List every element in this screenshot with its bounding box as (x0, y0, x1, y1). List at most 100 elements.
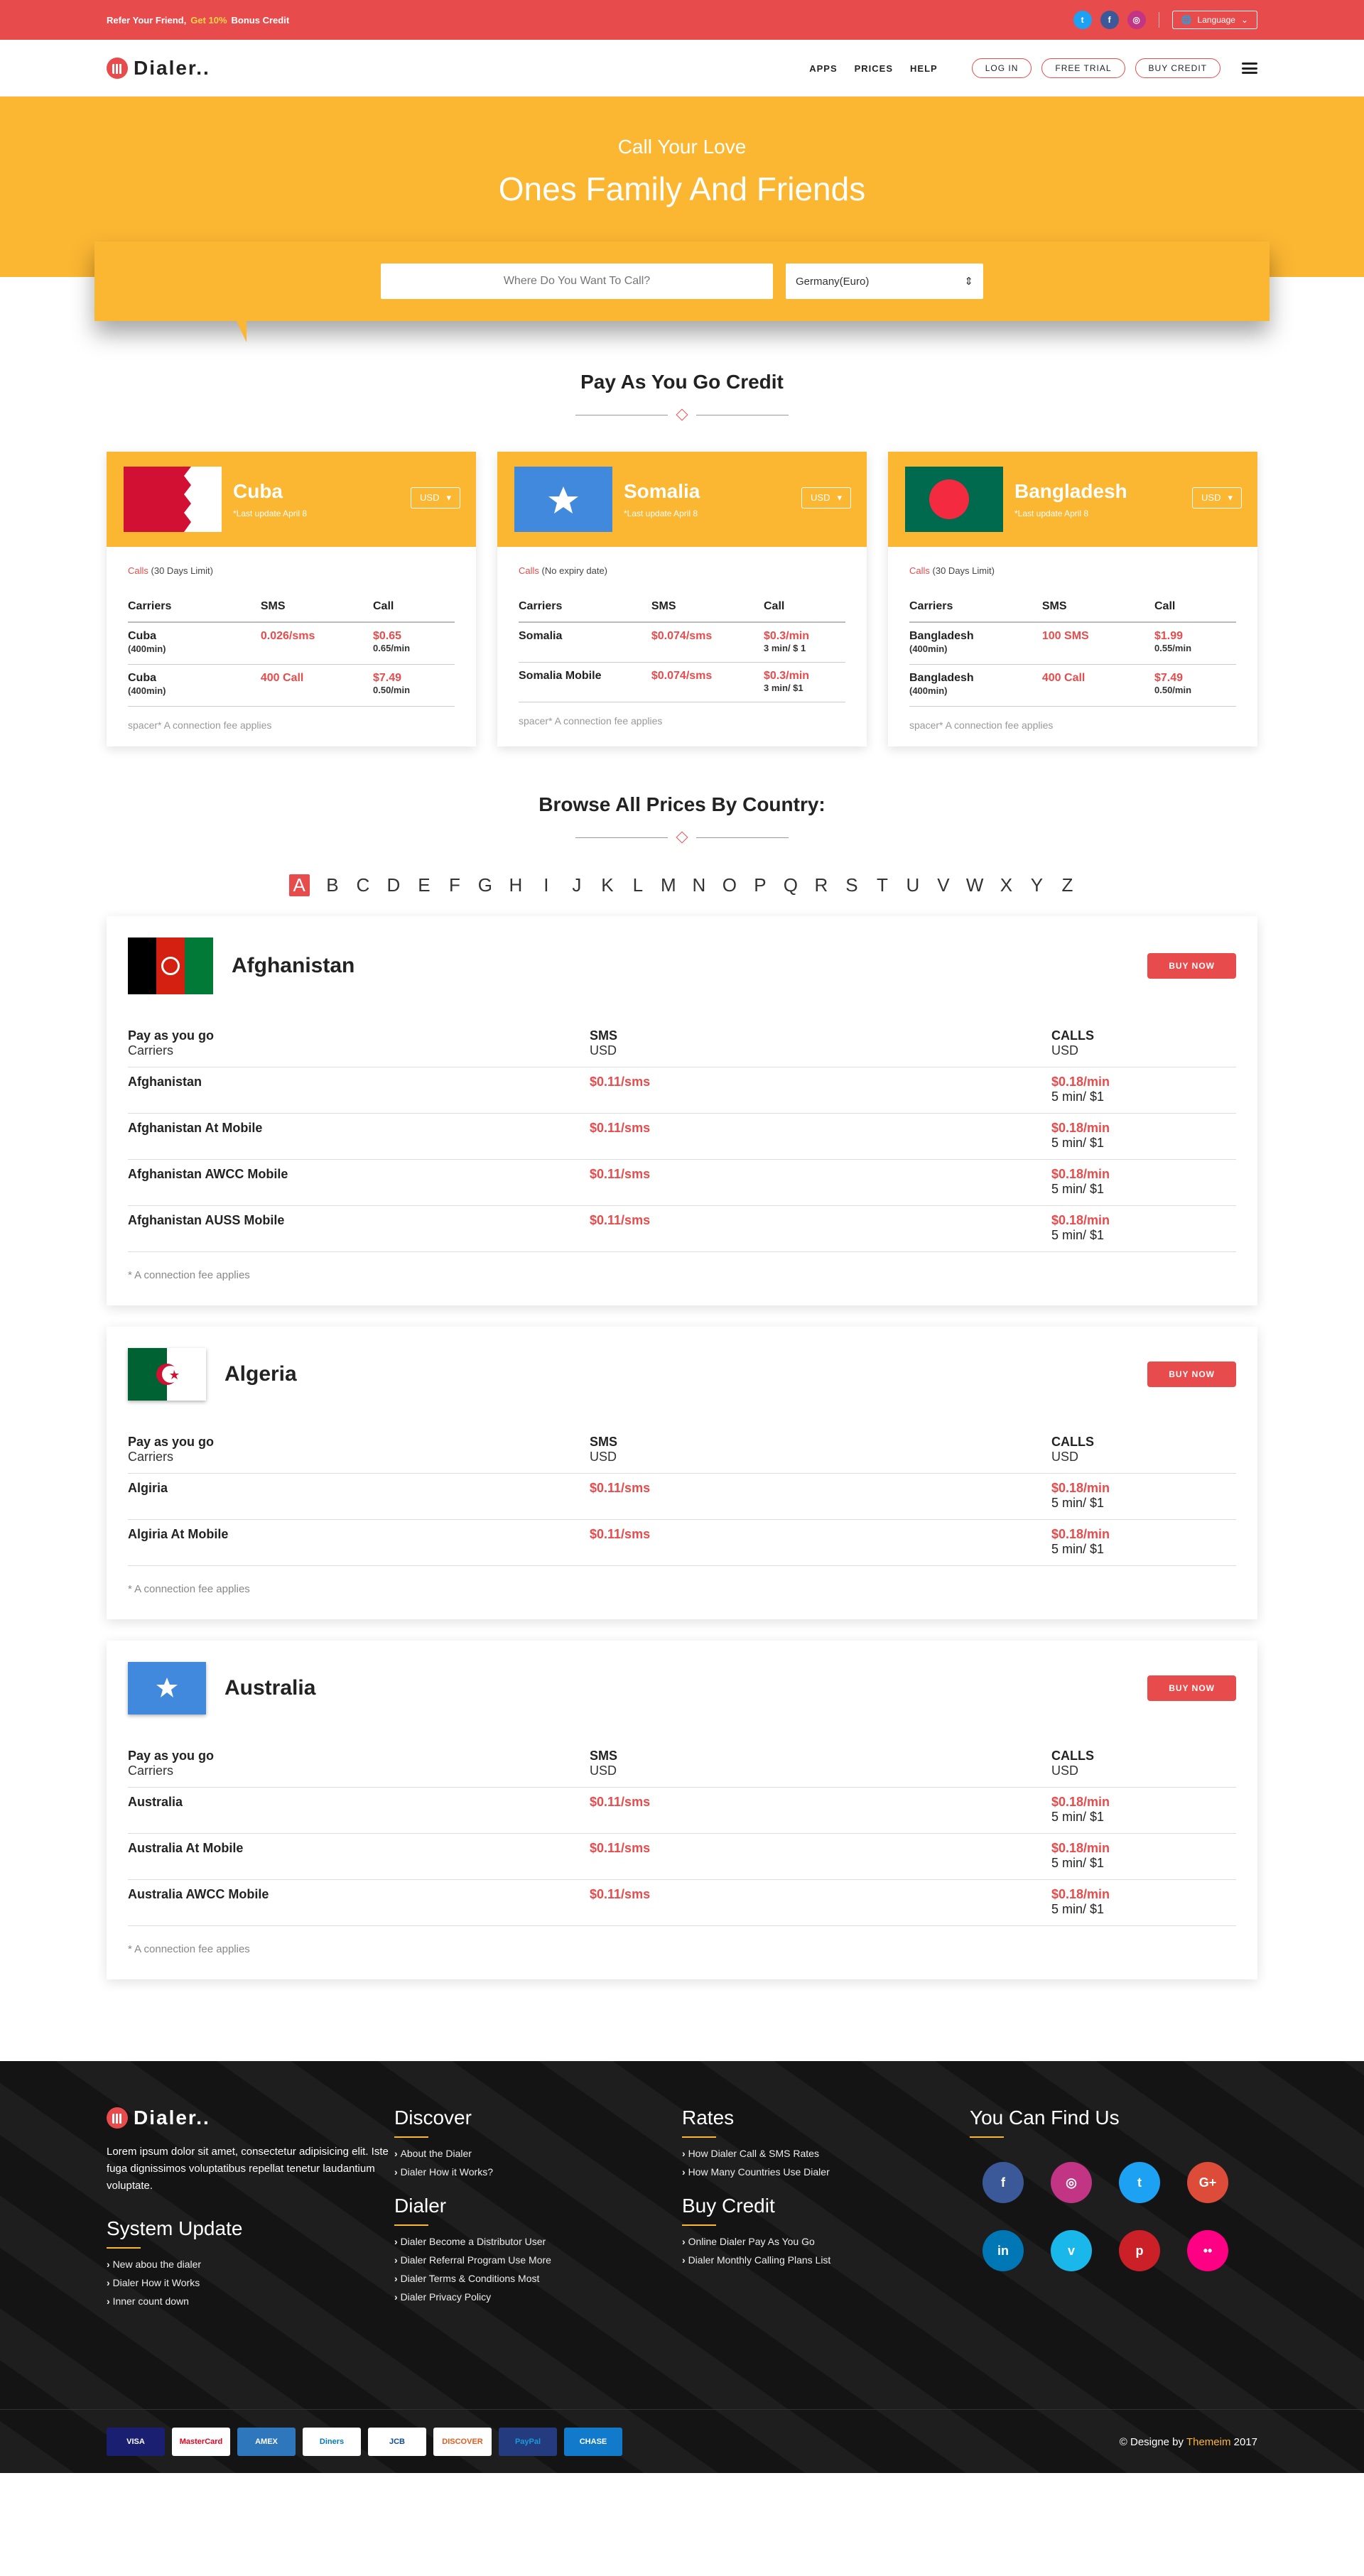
letter-t[interactable]: T (875, 874, 890, 896)
letter-q[interactable]: Q (783, 874, 799, 896)
payg-card-bangladesh: Bangladesh *Last update April 8 USD ▾ Call… (888, 452, 1257, 746)
letter-m[interactable]: M (661, 874, 676, 896)
letter-l[interactable]: L (630, 874, 646, 896)
limit-note: (30 Days Limit) (151, 565, 213, 576)
letter-r[interactable]: R (813, 874, 829, 896)
system-link[interactable]: Dialer How it Works (107, 2277, 394, 2288)
sms-rate: $0.11/sms (590, 1527, 651, 1541)
carrier-sub: (400min) (909, 685, 948, 696)
buy-now-button[interactable]: BUY NOW (1147, 953, 1236, 979)
twitter-icon[interactable]: t (1073, 11, 1092, 29)
call-rate: $0.18/min (1051, 1167, 1110, 1181)
instagram-icon[interactable]: ◎ (1127, 11, 1146, 29)
letter-g[interactable]: G (477, 874, 493, 896)
carrier-name: Bangladesh (909, 672, 974, 684)
letter-d[interactable]: D (386, 874, 401, 896)
buy-now-button[interactable]: BUY NOW (1147, 1675, 1236, 1701)
linkedin-icon[interactable]: in (983, 2230, 1024, 2271)
letter-a[interactable]: A (288, 874, 310, 896)
dialer-link[interactable]: Dialer Referral Program Use More (394, 2254, 682, 2266)
currency-select[interactable]: USD ▾ (1192, 487, 1242, 509)
call-rate: $0.18/min (1051, 1795, 1110, 1809)
rate-note: 5 min/ $1 (1051, 1136, 1105, 1150)
call-price: $0.3/min (764, 630, 810, 642)
card-update: *Last update April 8 (624, 509, 698, 518)
letter-s[interactable]: S (844, 874, 860, 896)
currency-select[interactable]: USD ▾ (411, 487, 460, 509)
letter-w[interactable]: W (966, 874, 984, 896)
letter-h[interactable]: H (508, 874, 524, 896)
vimeo-icon[interactable]: v (1051, 2230, 1092, 2271)
payment-diners-icon: Diners (303, 2428, 361, 2456)
currency-country-select[interactable]: Germany(Euro) ⇕ (786, 263, 983, 299)
sms-rate: $0.11/sms (590, 1481, 651, 1495)
facebook-icon[interactable]: f (1100, 11, 1119, 29)
login-button[interactable]: LOG IN (971, 58, 1032, 78)
rates-link[interactable]: How Dialer Call & SMS Rates (682, 2148, 970, 2159)
destination-search-input[interactable] (381, 263, 773, 299)
facebook-icon[interactable]: f (983, 2162, 1024, 2203)
letter-c[interactable]: C (355, 874, 371, 896)
free-trial-button[interactable]: FREE TRIAL (1041, 58, 1125, 78)
rate-note: 5 min/ $1 (1051, 1496, 1105, 1510)
dialer-link[interactable]: Dialer Privacy Policy (394, 2291, 682, 2303)
buy-link[interactable]: Online Dialer Pay As You Go (682, 2236, 970, 2247)
letter-b[interactable]: B (325, 874, 340, 896)
nav-help[interactable]: HELP (910, 63, 938, 74)
country-block-algeria: Algeria BUY NOW Pay as you go Carriers SMS… (107, 1327, 1257, 1619)
instagram-icon[interactable]: ◎ (1051, 2162, 1092, 2203)
header-carriers: Carriers (128, 600, 172, 612)
letter-v[interactable]: V (936, 874, 951, 896)
refer-bonus[interactable]: Get 10% (190, 15, 227, 26)
letter-j[interactable]: J (569, 874, 585, 896)
refer-text: Refer Your Friend, Get 10% Bonus Credit (107, 15, 289, 26)
discover-link[interactable]: About the Dialer (394, 2148, 682, 2159)
carrier-name: Somalia (519, 630, 563, 642)
call-rate: $0.18/min (1051, 1527, 1110, 1541)
discover-link[interactable]: Dialer How it Works? (394, 2166, 682, 2178)
currency-select[interactable]: USD ▾ (801, 487, 851, 509)
letter-k[interactable]: K (600, 874, 615, 896)
footer: Dialer.. Lorem ipsum dolor sit amet, con… (0, 2061, 1364, 2473)
copyright-author[interactable]: Themeim (1186, 2436, 1231, 2448)
letter-y[interactable]: Y (1029, 874, 1044, 896)
nav-prices[interactable]: PRICES (855, 63, 893, 74)
buy-link[interactable]: Dialer Monthly Calling Plans List (682, 2254, 970, 2266)
payment-jcb-icon: JCB (368, 2428, 426, 2456)
brand-name: Dialer.. (134, 57, 210, 79)
letter-u[interactable]: U (905, 874, 921, 896)
menu-icon[interactable] (1242, 63, 1257, 74)
twitter-icon[interactable]: t (1119, 2162, 1160, 2203)
payment-chase-icon: CHASE (564, 2428, 622, 2456)
price-header: Pay as you go Carriers SMS USD CALLS USD (128, 1428, 1236, 1474)
header-carriers: Carriers (519, 600, 563, 612)
nav-apps[interactable]: APPS (809, 63, 837, 74)
rate-note: 5 min/ $1 (1051, 1089, 1105, 1104)
system-link[interactable]: New abou the dialer (107, 2259, 394, 2270)
payg-card-somalia: Somalia *Last update April 8 USD ▾ Calls (… (497, 452, 867, 746)
language-select[interactable]: 🌐 Language ⌄ (1171, 11, 1257, 29)
pinterest-icon[interactable]: p (1119, 2230, 1160, 2271)
letter-f[interactable]: F (447, 874, 462, 896)
col-calls: CALLS (1051, 1435, 1094, 1449)
rates-link[interactable]: How Many Countries Use Dialer (682, 2166, 970, 2178)
header-sms: SMS (1041, 600, 1067, 612)
google-plus-icon[interactable]: G+ (1187, 2162, 1228, 2203)
letter-o[interactable]: O (722, 874, 737, 896)
letter-i[interactable]: I (538, 874, 554, 896)
letter-n[interactable]: N (691, 874, 707, 896)
letter-p[interactable]: P (752, 874, 768, 896)
logo[interactable]: Dialer.. (107, 57, 210, 80)
dialer-link[interactable]: Dialer Terms & Conditions Most (394, 2273, 682, 2284)
flickr-icon[interactable]: •• (1187, 2230, 1228, 2271)
letter-e[interactable]: E (416, 874, 432, 896)
buy-credit-button[interactable]: BUY CREDIT (1135, 58, 1220, 78)
buy-now-button[interactable]: BUY NOW (1147, 1362, 1236, 1387)
col-calls-currency: USD (1051, 1450, 1079, 1464)
letter-x[interactable]: X (998, 874, 1014, 896)
col-calls-currency: USD (1051, 1043, 1079, 1058)
system-link[interactable]: Inner count down (107, 2295, 394, 2307)
footer-logo[interactable]: Dialer.. (107, 2107, 394, 2129)
dialer-link[interactable]: Dialer Become a Distributor User (394, 2236, 682, 2247)
letter-z[interactable]: Z (1059, 874, 1075, 896)
